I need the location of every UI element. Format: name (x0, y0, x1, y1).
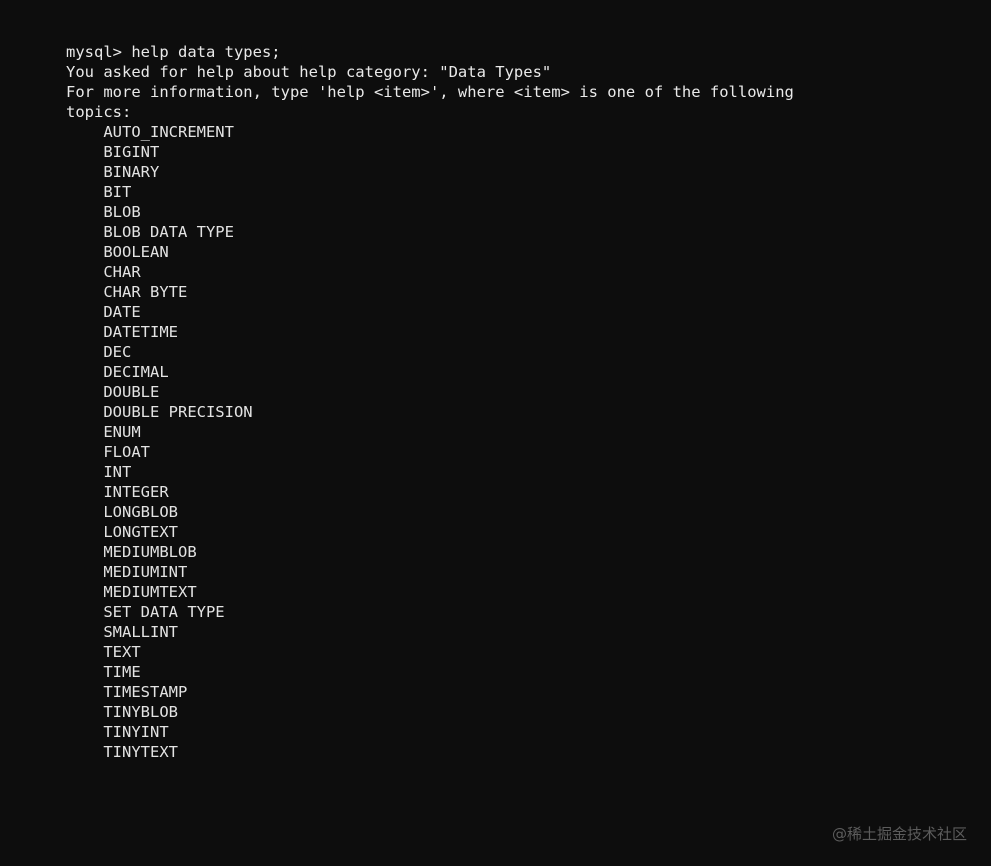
list-item: DATE (66, 303, 141, 321)
list-item: BINARY (66, 163, 160, 181)
list-item: MEDIUMINT (66, 563, 188, 581)
list-item: BOOLEAN (66, 243, 169, 261)
command-output-header: mysql> help data types; You asked for he… (66, 42, 991, 122)
list-item: MEDIUMBLOB (66, 543, 197, 561)
list-item: INTEGER (66, 483, 169, 501)
list-item: BLOB (66, 203, 141, 221)
list-item: TINYBLOB (66, 703, 178, 721)
list-item: TINYTEXT (66, 743, 178, 761)
list-item: CHAR BYTE (66, 283, 188, 301)
watermark: @稀土掘金技术社区 (831, 825, 967, 843)
list-item: DECIMAL (66, 363, 169, 381)
help-topics-list: AUTO_INCREMENT BIGINT BINARY BIT BLOB BL… (66, 122, 991, 762)
list-item: AUTO_INCREMENT (66, 123, 234, 141)
response-line-topics-label: topics: (66, 103, 132, 121)
list-item: DATETIME (66, 323, 178, 341)
list-item: TIME (66, 663, 141, 681)
list-item: LONGTEXT (66, 523, 178, 541)
list-item: TEXT (66, 643, 141, 661)
list-item: TIMESTAMP (66, 683, 188, 701)
list-item: SET DATA TYPE (66, 603, 225, 621)
mysql-prompt-line: mysql> help data types; (66, 43, 281, 61)
terminal-window[interactable]: mysql> help data types; You asked for he… (0, 0, 991, 866)
list-item: LONGBLOB (66, 503, 178, 521)
list-item: DOUBLE PRECISION (66, 403, 253, 421)
list-item: DEC (66, 343, 132, 361)
list-item: ENUM (66, 423, 141, 441)
list-item: CHAR (66, 263, 141, 281)
list-item: MEDIUMTEXT (66, 583, 197, 601)
list-item: FLOAT (66, 443, 150, 461)
list-item: SMALLINT (66, 623, 178, 641)
response-line-category: You asked for help about help category: … (66, 63, 552, 81)
list-item: BLOB DATA TYPE (66, 223, 234, 241)
list-item: BIGINT (66, 143, 160, 161)
response-line-more-info: For more information, type 'help <item>'… (66, 83, 794, 101)
list-item: BIT (66, 183, 132, 201)
list-item: INT (66, 463, 132, 481)
list-item: TINYINT (66, 723, 169, 741)
list-item: DOUBLE (66, 383, 160, 401)
